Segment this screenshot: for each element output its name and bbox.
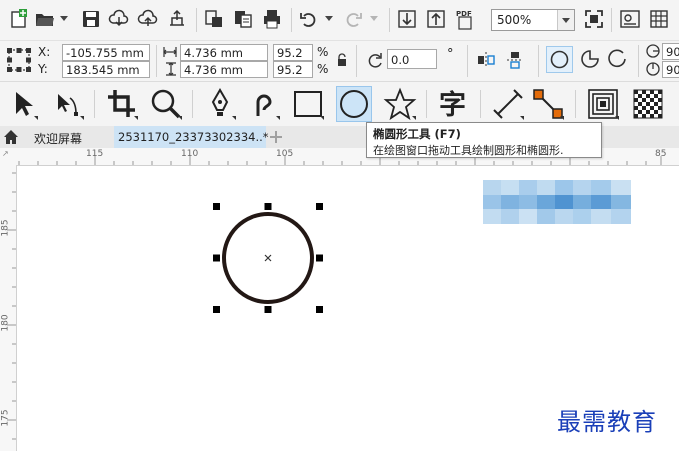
- undo-icon[interactable]: [298, 8, 320, 30]
- ruler-tick-label: 185: [0, 219, 11, 237]
- ellipse-mode-button[interactable]: [546, 46, 573, 73]
- height-icon: [165, 62, 177, 76]
- crop-tool-icon[interactable]: [104, 86, 140, 122]
- download-icon[interactable]: [425, 8, 447, 30]
- mirror-horizontal-icon[interactable]: [476, 50, 496, 70]
- open-folder-icon[interactable]: [34, 8, 56, 30]
- tooltip-title: 椭圆形工具 (F7): [373, 127, 461, 141]
- ellipse-tool-icon[interactable]: [336, 86, 372, 122]
- toolbox: 字: [0, 82, 679, 126]
- y-position-field[interactable]: 183.545 mm: [62, 61, 150, 78]
- new-document-icon[interactable]: [8, 8, 30, 30]
- arc-mode-icon[interactable]: [605, 47, 629, 71]
- rotation-angle-field[interactable]: 0.0: [387, 49, 437, 69]
- redo-dropdown-icon: [370, 16, 378, 21]
- export-icon[interactable]: [232, 8, 254, 30]
- lock-ratio-icon[interactable]: [336, 53, 348, 67]
- home-icon[interactable]: [3, 129, 19, 145]
- height-field[interactable]: 4.736 mm: [180, 61, 268, 78]
- end-angle-field[interactable]: 90: [662, 61, 679, 78]
- width-icon: [163, 46, 177, 58]
- property-bar: X: -105.755 mm Y: 183.545 mm 4.736 mm 4.…: [0, 41, 679, 82]
- ruler-unit-icon: ↗: [2, 149, 9, 158]
- upload-icon[interactable]: [396, 8, 418, 30]
- selected-ellipse[interactable]: [210, 200, 328, 316]
- polygon-tool-icon[interactable]: [382, 86, 418, 122]
- tab-welcome-screen[interactable]: 欢迎屏幕: [22, 126, 114, 148]
- pen-tool-icon[interactable]: [202, 86, 238, 122]
- ruler-tick-label: 180: [0, 314, 11, 332]
- tab-document-label: 2531170_23373302334..*: [118, 130, 269, 144]
- rectangle-tool-icon[interactable]: [290, 86, 326, 122]
- degree-symbol: °: [447, 47, 454, 62]
- zoom-tool-icon[interactable]: [148, 86, 184, 122]
- anchor-point-icon[interactable]: [6, 47, 32, 73]
- undo-dropdown-icon[interactable]: [325, 16, 333, 21]
- ruler-tick-label: 110: [181, 149, 199, 159]
- grid-icon[interactable]: [648, 8, 670, 30]
- watermark-text: 最需教育: [557, 408, 657, 436]
- start-angle-field[interactable]: 90: [662, 43, 679, 60]
- save-icon[interactable]: [80, 8, 102, 30]
- add-tab-icon[interactable]: [268, 129, 284, 145]
- mirror-vertical-icon[interactable]: [505, 50, 525, 70]
- text-tool-icon[interactable]: 字: [436, 86, 472, 122]
- cloud-import-icon[interactable]: [108, 8, 130, 30]
- publish-icon[interactable]: [166, 8, 188, 30]
- import-icon[interactable]: [203, 8, 225, 30]
- text-tool-glyph: 字: [439, 89, 466, 121]
- zoom-dropdown-icon[interactable]: [557, 10, 574, 30]
- pie-mode-icon[interactable]: [578, 47, 602, 71]
- center-marker-icon: [264, 254, 272, 262]
- blurred-region: [483, 180, 631, 224]
- connector-tool-icon[interactable]: [530, 86, 566, 122]
- tab-welcome-label: 欢迎屏幕: [34, 132, 83, 146]
- width-field[interactable]: 4.736 mm: [180, 44, 268, 61]
- scale-x-field[interactable]: 95.2: [273, 44, 313, 61]
- standard-toolbar: PDF 500%: [0, 0, 679, 41]
- full-screen-icon[interactable]: [583, 8, 605, 30]
- pdf-label: PDF: [456, 10, 472, 18]
- contour-tool-icon[interactable]: [585, 86, 621, 122]
- start-angle-icon: [645, 43, 661, 59]
- ruler-tick-label: 175: [0, 409, 11, 427]
- open-dropdown-icon[interactable]: [60, 16, 68, 21]
- print-icon[interactable]: [261, 8, 283, 30]
- options-icon[interactable]: [619, 8, 641, 30]
- scale-x-percent: %: [317, 45, 329, 59]
- ruler-tick-label: 85: [655, 149, 667, 159]
- rotation-icon: [366, 52, 384, 70]
- cloud-export-icon[interactable]: [137, 8, 159, 30]
- x-position-field[interactable]: -105.755 mm: [62, 44, 150, 61]
- vertical-ruler[interactable]: 185 180 175: [0, 165, 17, 451]
- shape-tool-icon[interactable]: [50, 86, 86, 122]
- end-angle-icon: [645, 61, 661, 77]
- artistic-media-tool-icon[interactable]: [246, 86, 282, 122]
- transparency-tool-icon[interactable]: [630, 86, 666, 122]
- pdf-icon[interactable]: PDF: [454, 8, 476, 30]
- scale-y-field[interactable]: 95.2: [273, 61, 313, 78]
- scale-y-percent: %: [317, 62, 329, 76]
- redo-icon: [342, 8, 364, 30]
- dimension-tool-icon[interactable]: [490, 86, 526, 122]
- ruler-tick-label: 105: [276, 149, 294, 159]
- x-label: X:: [38, 45, 51, 59]
- y-label: Y:: [38, 62, 48, 76]
- ellipse-tool-tooltip: 椭圆形工具 (F7) 在绘图窗口拖动工具绘制圆形和椭圆形.: [366, 122, 602, 158]
- zoom-level-combo[interactable]: 500%: [491, 9, 575, 31]
- tab-document[interactable]: 2531170_23373302334..*: [114, 126, 269, 148]
- pick-tool-icon[interactable]: [4, 86, 40, 122]
- tooltip-description: 在绘图窗口拖动工具绘制圆形和椭圆形.: [373, 144, 564, 157]
- ruler-tick-label: 115: [86, 149, 104, 159]
- zoom-value: 500%: [497, 13, 532, 27]
